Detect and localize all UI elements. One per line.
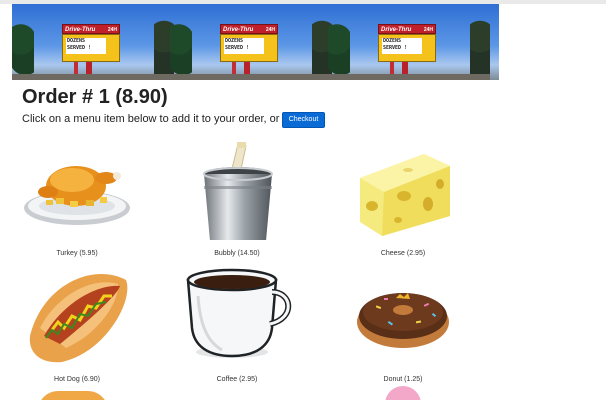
cheese-icon[interactable] xyxy=(348,140,458,240)
sign-board: DOZENS SERVED ! xyxy=(62,34,120,62)
coffee-icon[interactable] xyxy=(182,266,292,366)
drive-thru-banner: Drive-Thru 24H DOZENS SERVED ! Drive-Thru… xyxy=(12,4,499,80)
menu-item-label: Hot Dog (6.90) xyxy=(54,376,100,383)
ground xyxy=(170,74,332,80)
sign-board: DOZENS SERVED ! xyxy=(220,34,278,62)
tree-decoration xyxy=(328,22,350,80)
menu-item-bubbly[interactable]: Bubbly (14.50) xyxy=(172,140,302,266)
sign-brand: Drive-Thru xyxy=(65,27,96,33)
turkey-icon[interactable] xyxy=(22,140,132,240)
menu-item-label: Coffee (2.95) xyxy=(216,376,258,383)
menu-item-partial[interactable] xyxy=(38,391,108,400)
ground xyxy=(328,74,490,80)
tree-decoration xyxy=(12,22,34,80)
order-instructions: Click on a menu item below to add it to … xyxy=(22,113,280,125)
hotdog-icon[interactable] xyxy=(22,266,132,366)
banner-tile: Drive-Thru 24H DOZENS SERVED ! xyxy=(12,4,174,80)
menu-item-donut[interactable]: Donut (1.25) xyxy=(338,266,468,392)
tree-decoration xyxy=(470,18,490,80)
menu-item-label: Turkey (5.95) xyxy=(56,250,98,257)
sign-header: Drive-Thru 24H xyxy=(378,24,436,34)
sign-message: DOZENS SERVED ! xyxy=(224,38,264,54)
sign-message: DOZENS SERVED ! xyxy=(382,38,422,54)
checkout-button[interactable]: Checkout xyxy=(282,112,325,128)
tree-decoration xyxy=(170,22,192,80)
sign-brand: Drive-Thru xyxy=(381,27,412,33)
ground xyxy=(12,74,174,80)
menu-item-partial[interactable] xyxy=(385,386,421,400)
menu-item-label: Cheese (2.95) xyxy=(380,250,426,257)
sign-message: DOZENS SERVED ! xyxy=(66,38,106,54)
sign-board: DOZENS SERVED ! xyxy=(378,34,436,62)
order-heading: Order # 1 (8.90) xyxy=(22,86,168,108)
menu-item-label: Donut (1.25) xyxy=(383,376,423,383)
banner-tile: Drive-Thru 24H DOZENS SERVED ! xyxy=(170,4,332,80)
burger-bun-shape xyxy=(38,391,108,400)
sign-header: Drive-Thru 24H xyxy=(220,24,278,34)
menu-item-cheese[interactable]: Cheese (2.95) xyxy=(338,140,468,266)
menu-item-hotdog[interactable]: Hot Dog (6.90) xyxy=(12,266,142,392)
sign-header: Drive-Thru 24H xyxy=(62,24,120,34)
banner-tile: Drive-Thru 24H DOZENS SERVED ! xyxy=(328,4,490,80)
donut-icon[interactable] xyxy=(348,266,458,366)
menu-item-label: Bubbly (14.50) xyxy=(214,250,260,257)
sign-brand: Drive-Thru xyxy=(223,27,254,33)
bubbly-icon[interactable] xyxy=(182,140,292,240)
cupcake-frosting-shape xyxy=(385,386,421,400)
menu-item-turkey[interactable]: Turkey (5.95) xyxy=(12,140,142,266)
menu-item-coffee[interactable]: Coffee (2.95) xyxy=(172,266,302,392)
